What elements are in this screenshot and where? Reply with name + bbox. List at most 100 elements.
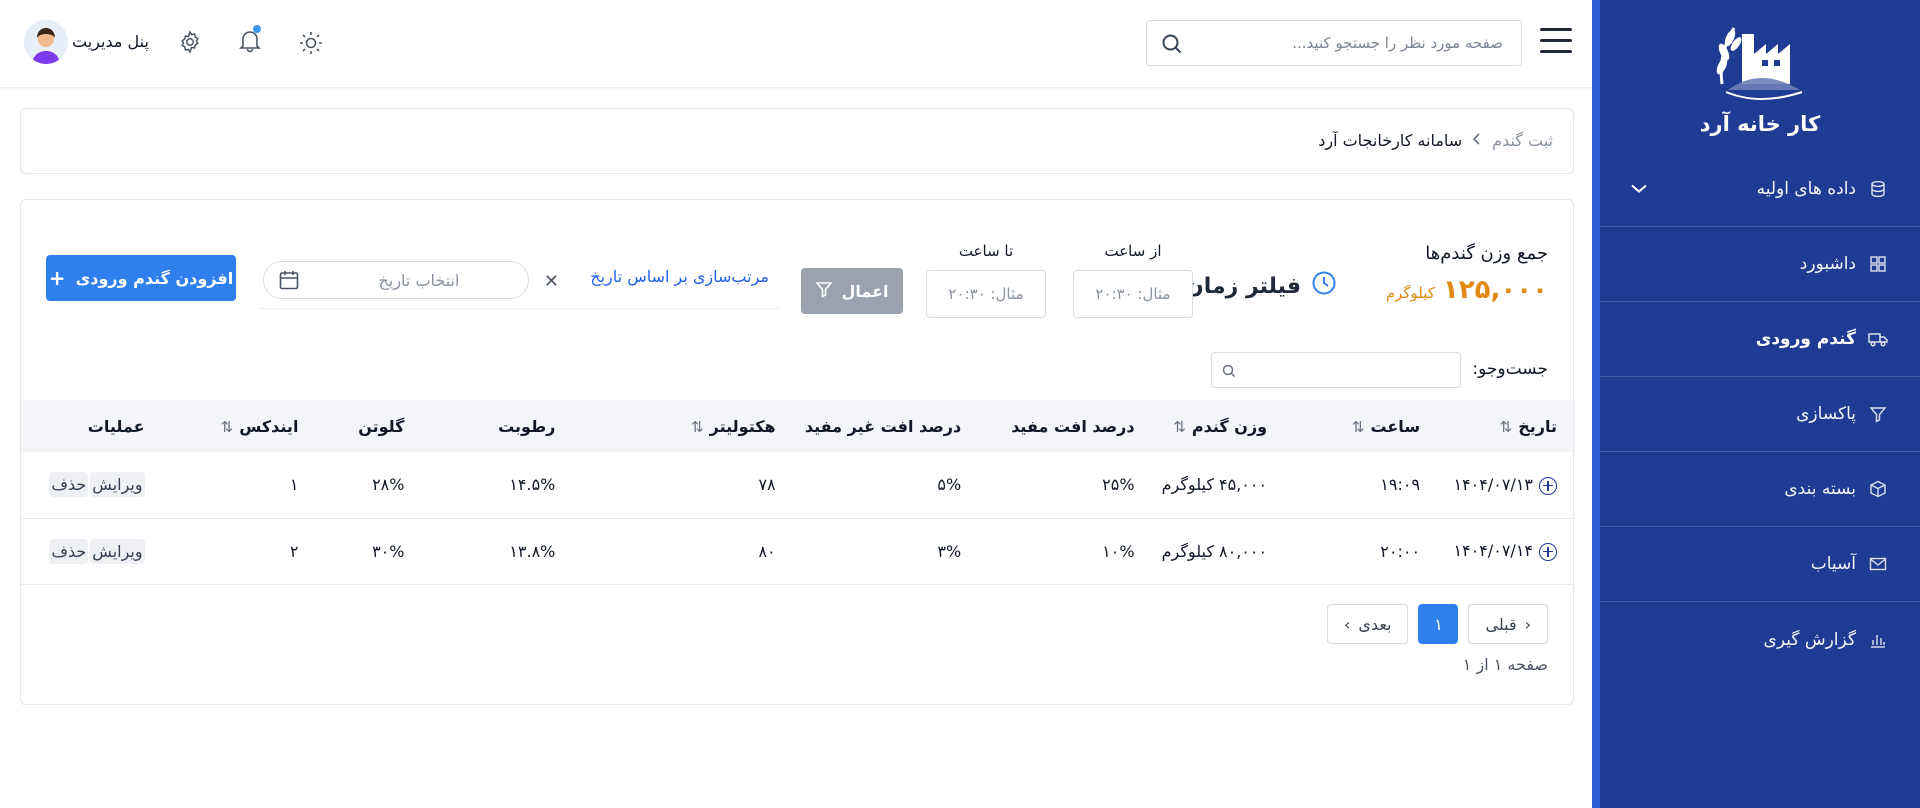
sidebar-item-label: گزارش گیری xyxy=(1763,629,1856,650)
cell-useful-loss: ۱۰% xyxy=(961,518,1135,585)
col-index[interactable]: ایندکس⇅ xyxy=(205,400,299,452)
avatar[interactable] xyxy=(24,20,68,64)
cell-moisture: ۱۴.۵% xyxy=(404,452,556,519)
page-search-input[interactable] xyxy=(1203,21,1503,65)
date-input[interactable] xyxy=(324,262,514,298)
cell-date: ۱۴۰۴/۰۷/۱۳ xyxy=(1420,452,1573,519)
incoming-wheat-table: تاریخ⇅ ساعت⇅ وزن گندم⇅ درصد افت مفید درص… xyxy=(21,400,1573,585)
sidebar-scrollbar[interactable] xyxy=(1592,0,1600,808)
dashboard-grid-icon xyxy=(1868,254,1888,274)
total-weight-value: ۱۲۵,۰۰۰ کیلوگرم xyxy=(1386,275,1548,305)
bar-chart-icon xyxy=(1868,630,1888,650)
cell-operations: ویرایش حذف xyxy=(21,518,205,585)
cell-date: ۱۴۰۴/۰۷/۱۴ xyxy=(1420,518,1573,585)
apply-label: اعمال xyxy=(841,281,889,301)
clear-sort-close-icon[interactable]: ✕ xyxy=(544,271,559,292)
sidebar-item-packaging[interactable]: بسته بندی xyxy=(1600,452,1920,527)
expand-row-plus-icon[interactable] xyxy=(1539,476,1557,495)
admin-panel-label[interactable]: پنل مدیریت xyxy=(72,32,161,51)
truck-icon xyxy=(1868,329,1888,349)
sidebar-item-label: بسته بندی xyxy=(1784,479,1856,499)
col-useful-loss: درصد افت مفید xyxy=(1011,416,1135,436)
total-weight-number: ۱۲۵,۰۰۰ xyxy=(1442,275,1548,305)
delete-button[interactable]: حذف xyxy=(49,538,89,564)
add-incoming-wheat-button[interactable]: افزودن گندم ورودی + xyxy=(46,255,236,301)
apply-filter-button[interactable]: اعمال xyxy=(801,268,903,314)
table-search-box[interactable] xyxy=(1211,352,1461,388)
page-search-box[interactable] xyxy=(1146,20,1522,66)
cell-operations: ویرایش حذف xyxy=(21,452,205,519)
delete-button[interactable]: حذف xyxy=(49,472,89,498)
notification-dot xyxy=(253,25,261,33)
cell-weight: ۸۰,۰۰۰ کیلوگرم xyxy=(1134,518,1268,585)
total-weight-unit: کیلوگرم xyxy=(1385,284,1435,302)
breadcrumb: ثبت گندم سامانه کارخانجات آرد xyxy=(1318,131,1553,150)
hamburger-menu-icon[interactable] xyxy=(1540,28,1572,56)
sidebar-item-cleaning[interactable]: پاکسازی xyxy=(1600,377,1920,452)
breadcrumb-item-register-wheat[interactable]: ثبت گندم xyxy=(1492,131,1553,150)
sidebar-item-base-data[interactable]: داده های اولیه xyxy=(1600,152,1920,227)
pagination: ‹ قبلی ۱ بعدی › xyxy=(1326,604,1548,644)
to-time-label: تا ساعت xyxy=(958,242,1014,260)
col-date[interactable]: تاریخ⇅ xyxy=(1420,400,1573,452)
user-avatar-icon xyxy=(24,20,68,64)
top-header: پنل مدیریت xyxy=(0,0,1592,88)
sort-arrows-icon[interactable]: ⇅ xyxy=(1500,418,1513,436)
sidebar-item-incoming-wheat[interactable]: گندم ورودی xyxy=(1600,302,1920,377)
calendar-icon[interactable] xyxy=(278,269,300,295)
edit-button[interactable]: ویرایش xyxy=(90,538,145,564)
sidebar: کار خانه آرد داده های اولیه داشبورد گندم… xyxy=(1600,0,1920,808)
from-time-group: از ساعت xyxy=(1073,242,1193,322)
search-icon[interactable] xyxy=(1161,33,1183,59)
page-1-button[interactable]: ۱ xyxy=(1418,604,1459,644)
notification-bell-icon[interactable] xyxy=(237,25,263,54)
sidebar-item-reports[interactable]: گزارش گیری xyxy=(1600,602,1920,677)
breadcrumb-item-system: سامانه کارخانجات آرد xyxy=(1318,131,1463,150)
factory-wheat-logo-icon xyxy=(1716,27,1803,100)
col-time[interactable]: ساعت⇅ xyxy=(1267,400,1420,452)
col-nonuseful-loss: درصد افت غیر مفید xyxy=(804,416,962,436)
table-row: ۱۴۰۴/۰۷/۱۳ ۱۹:۰۹ ۴۵,۰۰۰ کیلوگرم ۲۵% ۵% ۷… xyxy=(21,452,1573,519)
sidebar-item-label: پاکسازی xyxy=(1796,404,1856,424)
sidebar-item-label: آسیاب xyxy=(1810,554,1856,574)
next-page-button[interactable]: بعدی › xyxy=(1326,604,1409,644)
cell-nonuseful-loss: ۳% xyxy=(775,518,962,585)
page-info-text: صفحه ۱ از ۱ xyxy=(1462,655,1548,674)
from-time-input[interactable] xyxy=(1073,270,1193,318)
plus-icon: + xyxy=(48,266,66,290)
sort-arrows-icon[interactable]: ⇅ xyxy=(691,418,704,436)
sort-arrows-icon[interactable]: ⇅ xyxy=(1352,418,1365,436)
sidebar-item-mill[interactable]: آسیاب xyxy=(1600,527,1920,602)
sort-by-date-link[interactable]: مرتب‌سازی بر اساس تاریخ xyxy=(590,267,769,286)
sort-arrows-icon[interactable]: ⇅ xyxy=(1173,418,1186,436)
from-time-label: از ساعت xyxy=(1104,242,1162,260)
chevron-left-icon: ‹ xyxy=(1524,614,1531,634)
table-search-input[interactable] xyxy=(1250,353,1450,387)
table-row: ۱۴۰۴/۰۷/۱۴ ۲۰:۰۰ ۸۰,۰۰۰ کیلوگرم ۱۰% ۳% ۸… xyxy=(21,518,1573,585)
breadcrumb-card: ثبت گندم سامانه کارخانجات آرد xyxy=(20,108,1574,174)
cell-index: ۱ xyxy=(204,452,299,519)
time-filter-title: فیلتر زمان xyxy=(1185,270,1337,302)
expand-row-plus-icon[interactable] xyxy=(1539,542,1557,561)
col-moisture: رطوبت xyxy=(498,416,556,436)
col-hectoliter[interactable]: هکتولیتر⇅ xyxy=(555,400,776,452)
cell-moisture: ۱۳.۸% xyxy=(404,518,556,585)
total-weight-title: جمع وزن گندم‌ها xyxy=(1425,243,1548,264)
edit-button[interactable]: ویرایش xyxy=(90,472,145,498)
add-label: افزودن گندم ورودی xyxy=(75,268,234,288)
brand-name: کار خانه آرد xyxy=(1699,112,1821,136)
settings-gear-icon[interactable] xyxy=(176,30,202,56)
sidebar-item-dashboard[interactable]: داشبورد xyxy=(1600,227,1920,302)
to-time-input[interactable] xyxy=(926,270,1046,318)
theme-toggle-sun-icon[interactable] xyxy=(298,30,324,56)
sort-arrows-icon[interactable]: ⇅ xyxy=(221,418,234,436)
col-weight[interactable]: وزن گندم⇅ xyxy=(1135,400,1267,452)
table-header-row: تاریخ⇅ ساعت⇅ وزن گندم⇅ درصد افت مفید درص… xyxy=(21,400,1573,452)
package-icon xyxy=(1868,479,1888,499)
sidebar-nav: داده های اولیه داشبورد گندم ورودی پاکساز… xyxy=(1600,152,1920,677)
cell-hectoliter: ۷۸ xyxy=(555,452,776,519)
cell-gluten: ۲۸% xyxy=(298,452,405,519)
date-picker[interactable] xyxy=(263,261,529,299)
chevron-down-icon[interactable] xyxy=(1630,180,1648,199)
prev-page-button[interactable]: ‹ قبلی xyxy=(1468,604,1548,644)
